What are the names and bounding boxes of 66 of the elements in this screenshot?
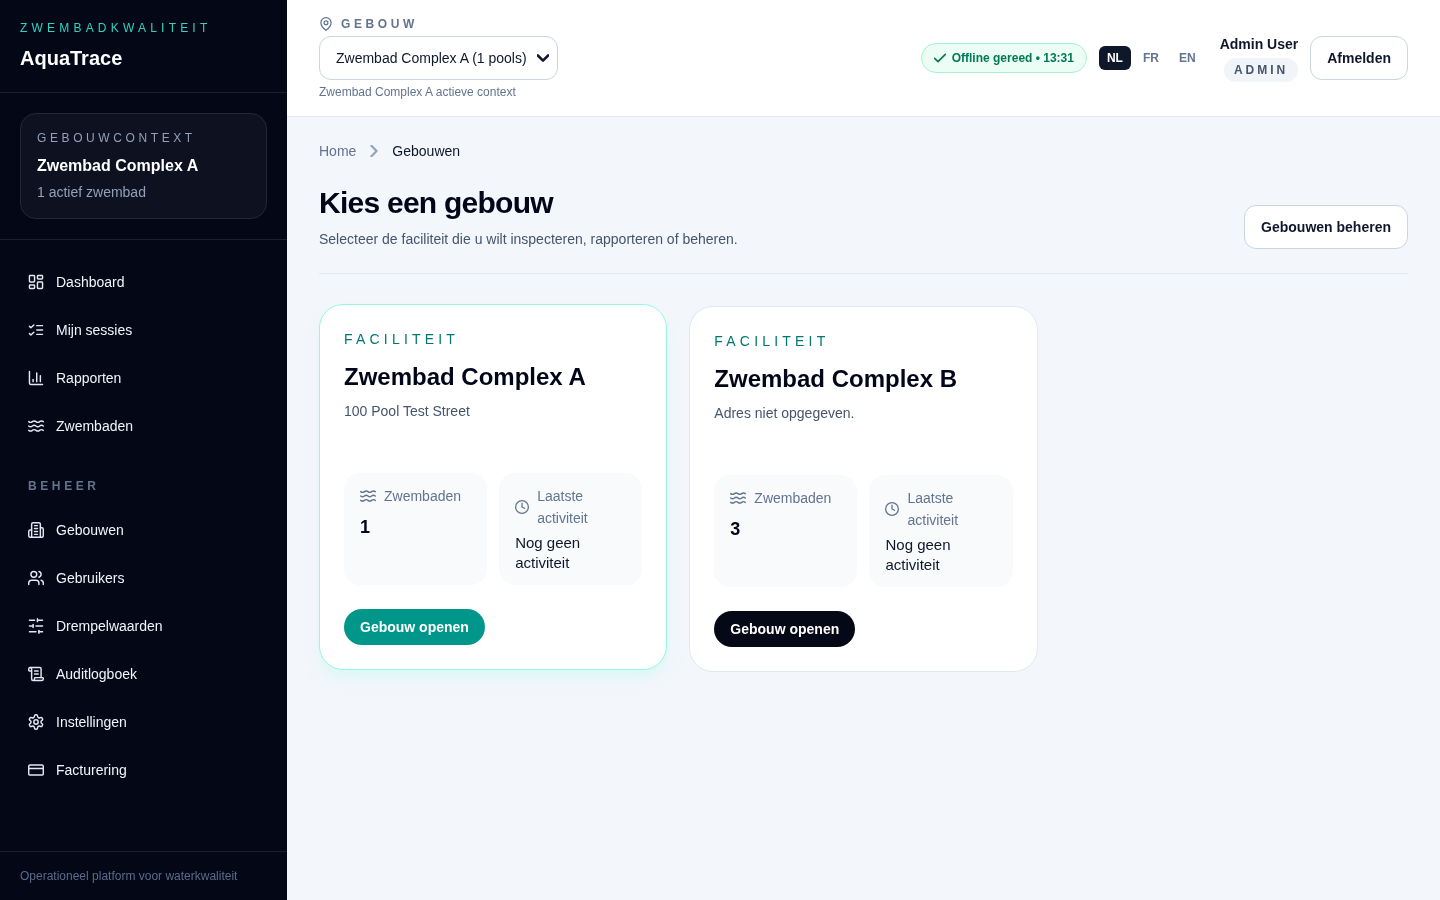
waves-icon bbox=[730, 490, 747, 506]
user-name: Admin User bbox=[1219, 35, 1299, 54]
checklist-icon bbox=[28, 322, 44, 338]
scroll-icon bbox=[28, 666, 44, 682]
nav-link[interactable]: Mijn sessies bbox=[20, 306, 267, 354]
nav-link[interactable]: Instellingen bbox=[20, 698, 267, 746]
facility-name: Zwembad Complex A bbox=[344, 362, 587, 392]
breadcrumb-current: Gebouwen bbox=[392, 142, 461, 161]
card-eyebrow: FACILITEIT bbox=[714, 332, 831, 351]
open-building-button[interactable]: Gebouw openen bbox=[714, 611, 856, 647]
stat-label: Laatste activiteit bbox=[537, 487, 589, 528]
page-title: Kies een gebouw bbox=[319, 185, 555, 221]
nav-link[interactable]: Facturering bbox=[20, 746, 267, 794]
map-pin-icon bbox=[319, 17, 333, 31]
nav-link[interactable]: Gebruikers bbox=[20, 554, 267, 602]
role-badge: ADMIN bbox=[1223, 58, 1299, 82]
grid-icon bbox=[28, 274, 44, 290]
nav-link[interactable]: Auditlogboek bbox=[20, 650, 267, 698]
stat-value: Nog geen activiteit bbox=[515, 533, 582, 573]
clock-icon bbox=[885, 502, 900, 516]
nav-link[interactable]: Gebouwen bbox=[20, 506, 267, 554]
chevron-down-icon bbox=[537, 52, 549, 64]
stat-label: Zwembaden bbox=[754, 489, 832, 508]
check-icon bbox=[933, 52, 946, 64]
context-label: GEBOUWCONTEXT bbox=[37, 130, 197, 146]
context-detail: 1 actief zwembad bbox=[37, 183, 147, 202]
bar-chart-icon bbox=[28, 370, 44, 386]
nav-link[interactable]: Rapporten bbox=[20, 354, 267, 402]
building-icon bbox=[28, 522, 44, 538]
stat-value: 1 bbox=[360, 516, 371, 539]
settings-icon bbox=[28, 714, 44, 730]
brand-name: AquaTrace bbox=[20, 46, 124, 71]
footer-text: Operationeel platform voor waterkwaliteit bbox=[20, 868, 239, 884]
sliders-icon bbox=[28, 618, 44, 634]
open-building-button[interactable]: Gebouw openen bbox=[344, 609, 485, 645]
sync-status-text: Offline gereed • 13:31 bbox=[951, 50, 1074, 66]
chevron-right-icon bbox=[370, 145, 379, 157]
nav-link[interactable]: Dashboard bbox=[20, 258, 267, 306]
waves-icon bbox=[28, 418, 44, 434]
context-building-name: Zwembad Complex A bbox=[37, 156, 200, 176]
page-subtitle: Selecteer de faciliteit die u wilt inspecteren, rapporteren of beheren. bbox=[319, 230, 738, 249]
stat-value: Nog geen activiteit bbox=[885, 535, 952, 575]
clock-icon bbox=[515, 500, 530, 514]
picker-hint: Zwembad Complex A actieve context bbox=[319, 84, 517, 100]
facility-address: 100 Pool Test Street bbox=[344, 402, 471, 421]
users-icon bbox=[28, 570, 44, 586]
language-toggle[interactable]: NL bbox=[1098, 46, 1131, 70]
manage-buildings-button[interactable]: Gebouwen beheren bbox=[1244, 205, 1408, 249]
language-toggle[interactable]: FR bbox=[1134, 46, 1167, 70]
facility-name: Zwembad Complex B bbox=[714, 364, 959, 394]
stat-label: Zwembaden bbox=[384, 487, 462, 506]
section-heading: BEHEER bbox=[28, 478, 101, 494]
facility-address: Adres niet opgegeven. bbox=[714, 404, 856, 423]
stat-label: Laatste activiteit bbox=[907, 489, 960, 530]
breadcrumb-link[interactable]: Home bbox=[319, 141, 357, 161]
credit-card-icon bbox=[28, 762, 44, 778]
brand-tagline: ZWEMBADKWALITEIT bbox=[20, 20, 213, 36]
language-toggle[interactable]: EN bbox=[1170, 46, 1204, 70]
logout-button[interactable]: Afmelden bbox=[1310, 36, 1408, 80]
nav-link[interactable]: Drempelwaarden bbox=[20, 602, 267, 650]
card-eyebrow: FACILITEIT bbox=[344, 330, 461, 349]
waves-icon bbox=[360, 488, 376, 504]
stat-value: 3 bbox=[730, 518, 742, 541]
nav-link[interactable]: Zwembaden bbox=[20, 402, 267, 450]
picker-label: GEBOUW bbox=[341, 16, 418, 32]
building-select[interactable]: Zwembad Complex A (1 pools) bbox=[319, 36, 558, 80]
